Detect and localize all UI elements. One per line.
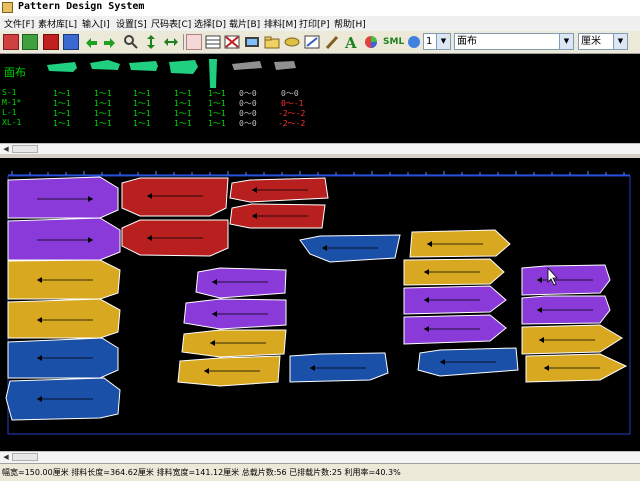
grade-icon[interactable] bbox=[406, 34, 422, 50]
menu-help[interactable]: 帮助[H] bbox=[334, 17, 366, 30]
count-cell: 1～1 bbox=[133, 119, 151, 128]
count-cell: 0～0 bbox=[239, 119, 257, 128]
measure-tape-icon[interactable] bbox=[284, 34, 300, 50]
folder-icon[interactable] bbox=[264, 34, 280, 50]
pattern-piece[interactable] bbox=[121, 177, 229, 217]
pattern-piece[interactable] bbox=[289, 352, 389, 383]
text-icon[interactable]: A bbox=[343, 34, 359, 52]
color-wheel-icon[interactable] bbox=[363, 34, 379, 50]
menu-size-chart[interactable]: 尺码表[C] bbox=[151, 17, 191, 30]
layer-select[interactable]: 1 ▼ bbox=[423, 33, 451, 50]
pattern-piece[interactable] bbox=[521, 324, 623, 355]
app-icon bbox=[2, 2, 13, 13]
edit-icon[interactable] bbox=[304, 34, 320, 50]
save-icon[interactable] bbox=[63, 34, 79, 50]
chevron-down-icon[interactable]: ▼ bbox=[559, 34, 573, 49]
pattern-piece[interactable] bbox=[195, 267, 287, 299]
scroll-thumb[interactable] bbox=[12, 145, 38, 153]
menu-file[interactable]: 文件[F] bbox=[4, 17, 34, 30]
marker-scrollbar[interactable]: ◀ bbox=[0, 451, 640, 463]
svg-text:A: A bbox=[344, 34, 357, 50]
status-bar: 幅宽=150.00厘米 排料长度=364.62厘米 排料宽度=141.12厘米 … bbox=[0, 463, 640, 481]
pattern-piece[interactable] bbox=[7, 298, 121, 339]
pattern-piece[interactable] bbox=[299, 234, 401, 263]
open-file-icon[interactable] bbox=[3, 34, 19, 50]
pattern-piece[interactable] bbox=[7, 217, 121, 261]
move-horizontal-icon[interactable] bbox=[163, 34, 179, 50]
window-title: Pattern Design System bbox=[18, 1, 145, 12]
marker-canvas[interactable] bbox=[0, 158, 640, 451]
toolbar-separator bbox=[183, 34, 184, 50]
unit-select[interactable]: 厘米 ▼ bbox=[578, 33, 628, 50]
pattern-piece[interactable] bbox=[403, 314, 507, 345]
move-vertical-icon[interactable] bbox=[143, 34, 159, 50]
piece-thumb[interactable] bbox=[272, 58, 298, 74]
status-text: 幅宽=150.00厘米 排料长度=364.62厘米 排料宽度=141.12厘米 … bbox=[2, 468, 401, 477]
size-label: M-1* bbox=[2, 98, 22, 107]
grid-icon[interactable] bbox=[205, 34, 221, 50]
scroll-left-icon[interactable]: ◀ bbox=[1, 145, 11, 154]
chevron-down-icon[interactable]: ▼ bbox=[613, 34, 627, 49]
menu-settings[interactable]: 设置[S] bbox=[116, 17, 147, 30]
delete-icon[interactable] bbox=[43, 34, 59, 50]
menu-input[interactable]: 输入[I] bbox=[82, 17, 110, 30]
undo-icon[interactable] bbox=[83, 34, 99, 50]
layer-select-value: 1 bbox=[426, 36, 433, 47]
pattern-piece[interactable] bbox=[409, 229, 511, 258]
sml-size-icon[interactable]: SML bbox=[383, 34, 404, 50]
scroll-thumb[interactable] bbox=[12, 453, 38, 461]
count-cell: 1～1 bbox=[53, 119, 71, 128]
menu-bar: 文件[F] 素材库[L] 输入[I] 设置[S] 尺码表[C] 选择[D] 载片… bbox=[0, 16, 640, 32]
unit-select-value: 厘米 bbox=[581, 36, 601, 47]
size-label: XL-1 bbox=[2, 118, 22, 127]
zoom-icon[interactable] bbox=[123, 34, 139, 50]
size-label: S-1 bbox=[2, 88, 17, 97]
count-cell: -2～-2 bbox=[278, 119, 306, 128]
count-cell: 1～1 bbox=[208, 119, 226, 128]
scroll-left-icon[interactable]: ◀ bbox=[1, 453, 11, 462]
select-pointer-icon[interactable] bbox=[186, 34, 202, 50]
piece-thumb[interactable] bbox=[167, 58, 201, 80]
piece-thumb[interactable] bbox=[230, 58, 264, 74]
title-bar: Pattern Design System bbox=[0, 0, 640, 17]
fabric-select[interactable]: 面布 ▼ bbox=[454, 33, 574, 50]
piece-thumb[interactable] bbox=[206, 58, 220, 90]
piece-list-panel: 面布 S-1 M-1* L-1 XL-1 1～1 1～1 1～1 1～1 1～1… bbox=[0, 54, 640, 143]
pattern-piece[interactable] bbox=[7, 259, 121, 300]
pattern-piece[interactable] bbox=[7, 176, 119, 219]
menu-marker[interactable]: 排料[M] bbox=[264, 17, 297, 30]
fabric-select-value: 面布 bbox=[457, 36, 477, 47]
menu-load-pieces[interactable]: 载片[B] bbox=[229, 17, 260, 30]
menu-select[interactable]: 选择[D] bbox=[194, 17, 226, 30]
chevron-down-icon[interactable]: ▼ bbox=[436, 34, 450, 49]
cross-icon[interactable] bbox=[224, 34, 240, 50]
piece-thumb[interactable] bbox=[45, 58, 79, 78]
menu-library[interactable]: 素材库[L] bbox=[38, 17, 77, 30]
piece-thumb[interactable] bbox=[126, 58, 160, 78]
import-icon[interactable] bbox=[22, 34, 38, 50]
screen-icon[interactable] bbox=[244, 34, 260, 50]
fabric-name: 面布 bbox=[4, 66, 26, 79]
count-cell: 1～1 bbox=[94, 119, 112, 128]
pen-icon[interactable] bbox=[324, 34, 340, 50]
size-label: L-1 bbox=[2, 108, 17, 117]
marker-layout[interactable] bbox=[0, 158, 640, 451]
menu-print[interactable]: 打印[P] bbox=[299, 17, 329, 30]
pattern-piece[interactable] bbox=[181, 329, 287, 358]
toolbar: A SML 1 ▼ 面布 ▼ 厘米 ▼ bbox=[0, 31, 640, 54]
count-cell: 1～1 bbox=[174, 119, 192, 128]
redo-icon[interactable] bbox=[102, 34, 118, 50]
piece-thumb[interactable] bbox=[88, 58, 122, 78]
